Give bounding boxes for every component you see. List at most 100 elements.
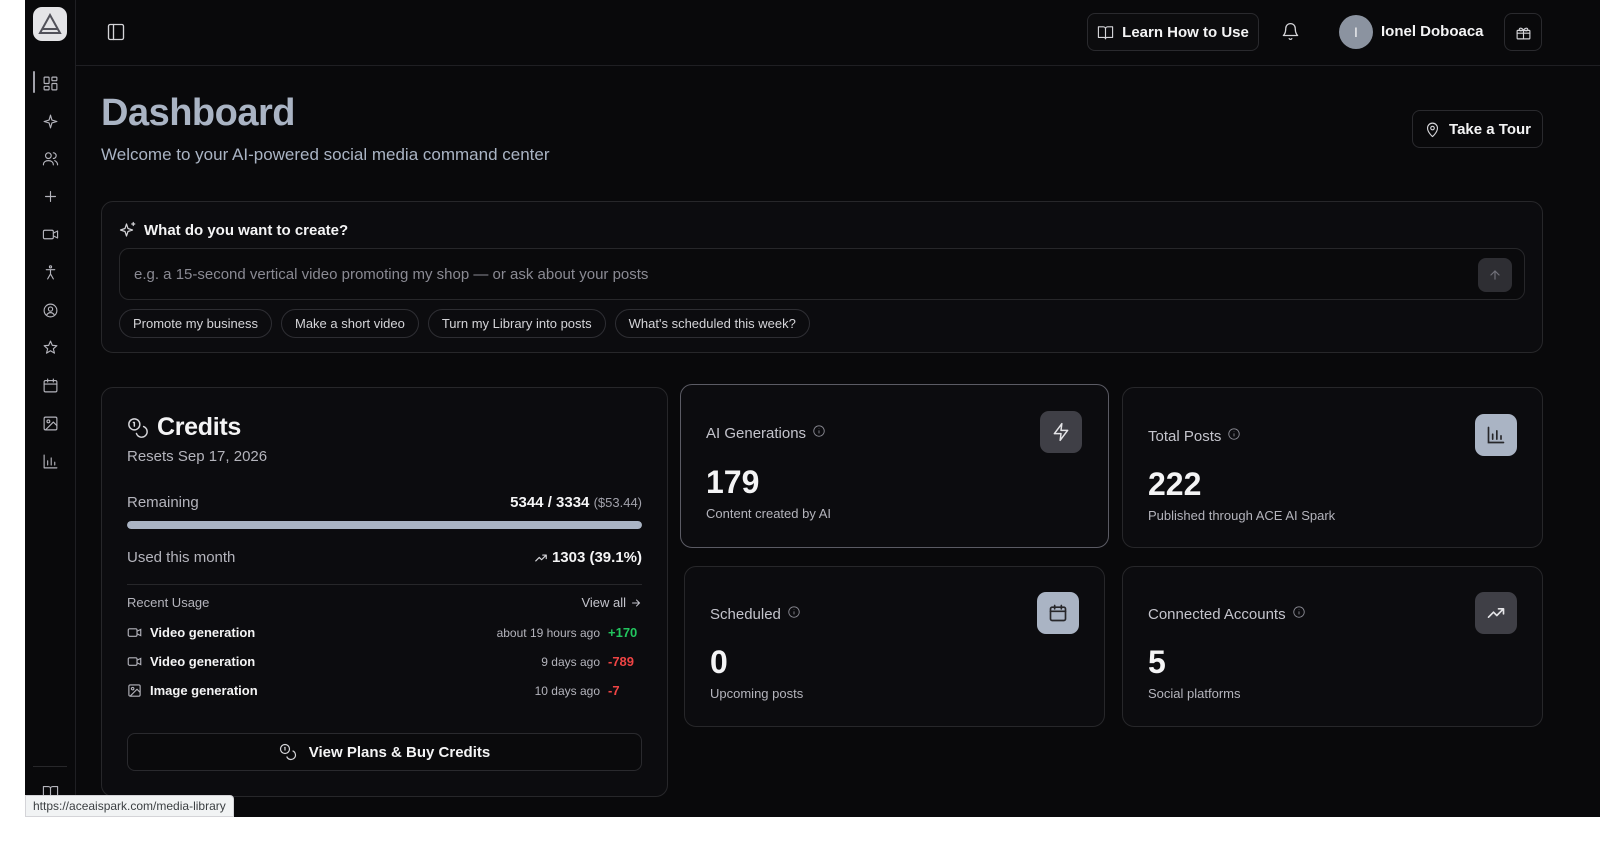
- nav-active-indicator: [33, 71, 35, 93]
- topbar: Learn How to Use I Ionel Doboaca: [76, 0, 1600, 66]
- remaining-value: 5344 / 3334 ($53.44): [510, 494, 642, 511]
- user-avatar[interactable]: I: [1339, 15, 1373, 49]
- stat-value: 222: [1148, 466, 1202, 502]
- nav-user-circle-icon[interactable]: [37, 297, 63, 323]
- arrow-up-icon: [1490, 270, 1500, 280]
- info-icon[interactable]: [1227, 427, 1241, 445]
- trending-up-icon: [1475, 592, 1517, 634]
- stat-title: Connected Accounts: [1148, 605, 1306, 623]
- chip-short-video[interactable]: Make a short video: [281, 309, 419, 338]
- stat-card-connected-accounts[interactable]: Connected Accounts 5 Social platforms: [1122, 566, 1543, 727]
- usage-delta: +170: [608, 625, 638, 640]
- chip-scheduled-week[interactable]: What's scheduled this week?: [614, 309, 810, 338]
- sparkles-icon: [119, 221, 137, 239]
- take-tour-button[interactable]: Take a Tour: [1412, 110, 1543, 148]
- calendar-icon: [1037, 592, 1079, 634]
- stat-description: Published through ACE AI Spark: [1148, 508, 1336, 523]
- stat-title-text: AI Generations: [706, 424, 807, 442]
- remaining-label: Remaining: [127, 494, 199, 511]
- usage-delta: -7: [608, 683, 620, 698]
- stat-title-text: Total Posts: [1148, 427, 1222, 445]
- nav-plus-icon[interactable]: [37, 183, 63, 209]
- arrow-right-icon: [632, 599, 641, 606]
- usage-time: about 19 hours ago: [496, 626, 600, 640]
- info-icon[interactable]: [812, 424, 826, 442]
- chip-promote-business[interactable]: Promote my business: [119, 309, 272, 338]
- book-open-icon: [1098, 25, 1114, 39]
- credits-divider: [127, 584, 642, 585]
- status-bar-url: https://aceaispark.com/media-library: [25, 795, 234, 817]
- usage-row: Image generation 10 days ago -7: [127, 681, 642, 701]
- usage-time: 10 days ago: [534, 684, 600, 698]
- create-card: What do you want to create? Promote my b…: [101, 201, 1543, 353]
- remaining-count: 5344 / 3334: [510, 494, 590, 511]
- video-icon: [127, 657, 142, 666]
- view-all-link[interactable]: View all: [581, 595, 642, 610]
- gift-button[interactable]: [1504, 13, 1542, 51]
- image-icon: [128, 684, 141, 697]
- sidebar: [25, 0, 76, 817]
- stat-description: Upcoming posts: [710, 686, 804, 701]
- nav-users-icon[interactable]: [37, 145, 63, 171]
- nav-sparkles-icon[interactable]: [37, 108, 63, 134]
- credits-progress-fill: [127, 521, 642, 529]
- coins-icon: [279, 743, 296, 761]
- learn-how-label: Learn How to Use: [1122, 23, 1249, 41]
- credits-progress-bar: [127, 521, 642, 529]
- nav-video-icon[interactable]: [37, 221, 63, 247]
- bar-chart-icon: [1475, 414, 1517, 456]
- logo-icon: [38, 13, 62, 34]
- remaining-usd: ($53.44): [593, 495, 642, 510]
- usage-name: Video generation: [150, 654, 256, 669]
- recent-usage-label: Recent Usage: [127, 595, 210, 610]
- suggestion-chips: Promote my business Make a short video T…: [119, 309, 810, 338]
- stat-title: AI Generations: [706, 424, 826, 442]
- info-icon[interactable]: [1292, 605, 1306, 623]
- map-pin-icon: [1426, 122, 1439, 137]
- usage-time: 9 days ago: [541, 655, 600, 669]
- nav-dashboard-icon[interactable]: [37, 70, 63, 96]
- usage-name: Video generation: [150, 625, 256, 640]
- coins-icon: [127, 417, 149, 439]
- nav-star-icon[interactable]: [37, 334, 63, 360]
- chip-library-posts[interactable]: Turn my Library into posts: [427, 309, 606, 338]
- stat-value: 0: [710, 644, 728, 680]
- used-month-value: 1303 (39.1%): [534, 549, 642, 566]
- stat-title-text: Connected Accounts: [1148, 605, 1286, 623]
- usage-delta: -789: [608, 654, 635, 669]
- take-tour-label: Take a Tour: [1449, 120, 1531, 138]
- stat-card-total-posts[interactable]: Total Posts 222 Published through ACE AI…: [1122, 387, 1543, 548]
- zap-icon: [1040, 411, 1082, 453]
- nav-calendar-icon[interactable]: [37, 372, 63, 398]
- send-button[interactable]: [1478, 258, 1512, 292]
- stat-description: Content created by AI: [706, 506, 832, 521]
- stat-card-scheduled[interactable]: Scheduled 0 Upcoming posts: [684, 566, 1105, 727]
- buy-credits-button[interactable]: View Plans & Buy Credits: [127, 733, 642, 771]
- used-month-label: Used this month: [127, 549, 236, 566]
- app-window: Learn How to Use I Ionel Doboaca Dashboa…: [25, 0, 1600, 817]
- page-title: Dashboard: [101, 92, 295, 134]
- usage-row: Video generation 9 days ago -789: [127, 652, 642, 672]
- view-all-label: View all: [581, 595, 626, 610]
- usage-row: Video generation about 19 hours ago +170: [127, 623, 642, 643]
- buy-credits-label: View Plans & Buy Credits: [308, 743, 491, 761]
- create-prompt-input[interactable]: [119, 248, 1525, 300]
- sidebar-toggle-button[interactable]: [106, 22, 126, 42]
- notifications-button[interactable]: [1281, 22, 1301, 42]
- stat-card-ai-generations[interactable]: AI Generations 179 Content created by AI: [680, 384, 1109, 548]
- stat-title-text: Scheduled: [710, 605, 781, 623]
- video-icon: [127, 628, 142, 637]
- info-icon[interactable]: [787, 605, 801, 623]
- nav-image-icon[interactable]: [37, 410, 63, 436]
- stat-value: 5: [1148, 644, 1166, 680]
- gift-icon: [1516, 27, 1530, 39]
- page-subtitle: Welcome to your AI-powered social media …: [101, 145, 550, 164]
- nav-analytics-icon[interactable]: [37, 448, 63, 474]
- app-logo[interactable]: [33, 7, 67, 41]
- trending-up-icon: [535, 554, 547, 561]
- user-name[interactable]: Ionel Doboaca: [1381, 23, 1484, 40]
- usage-name: Image generation: [150, 683, 258, 698]
- nav-accessibility-icon[interactable]: [37, 259, 63, 285]
- credits-reset-date: Resets Sep 17, 2026: [127, 448, 268, 465]
- learn-how-button[interactable]: Learn How to Use: [1087, 13, 1259, 51]
